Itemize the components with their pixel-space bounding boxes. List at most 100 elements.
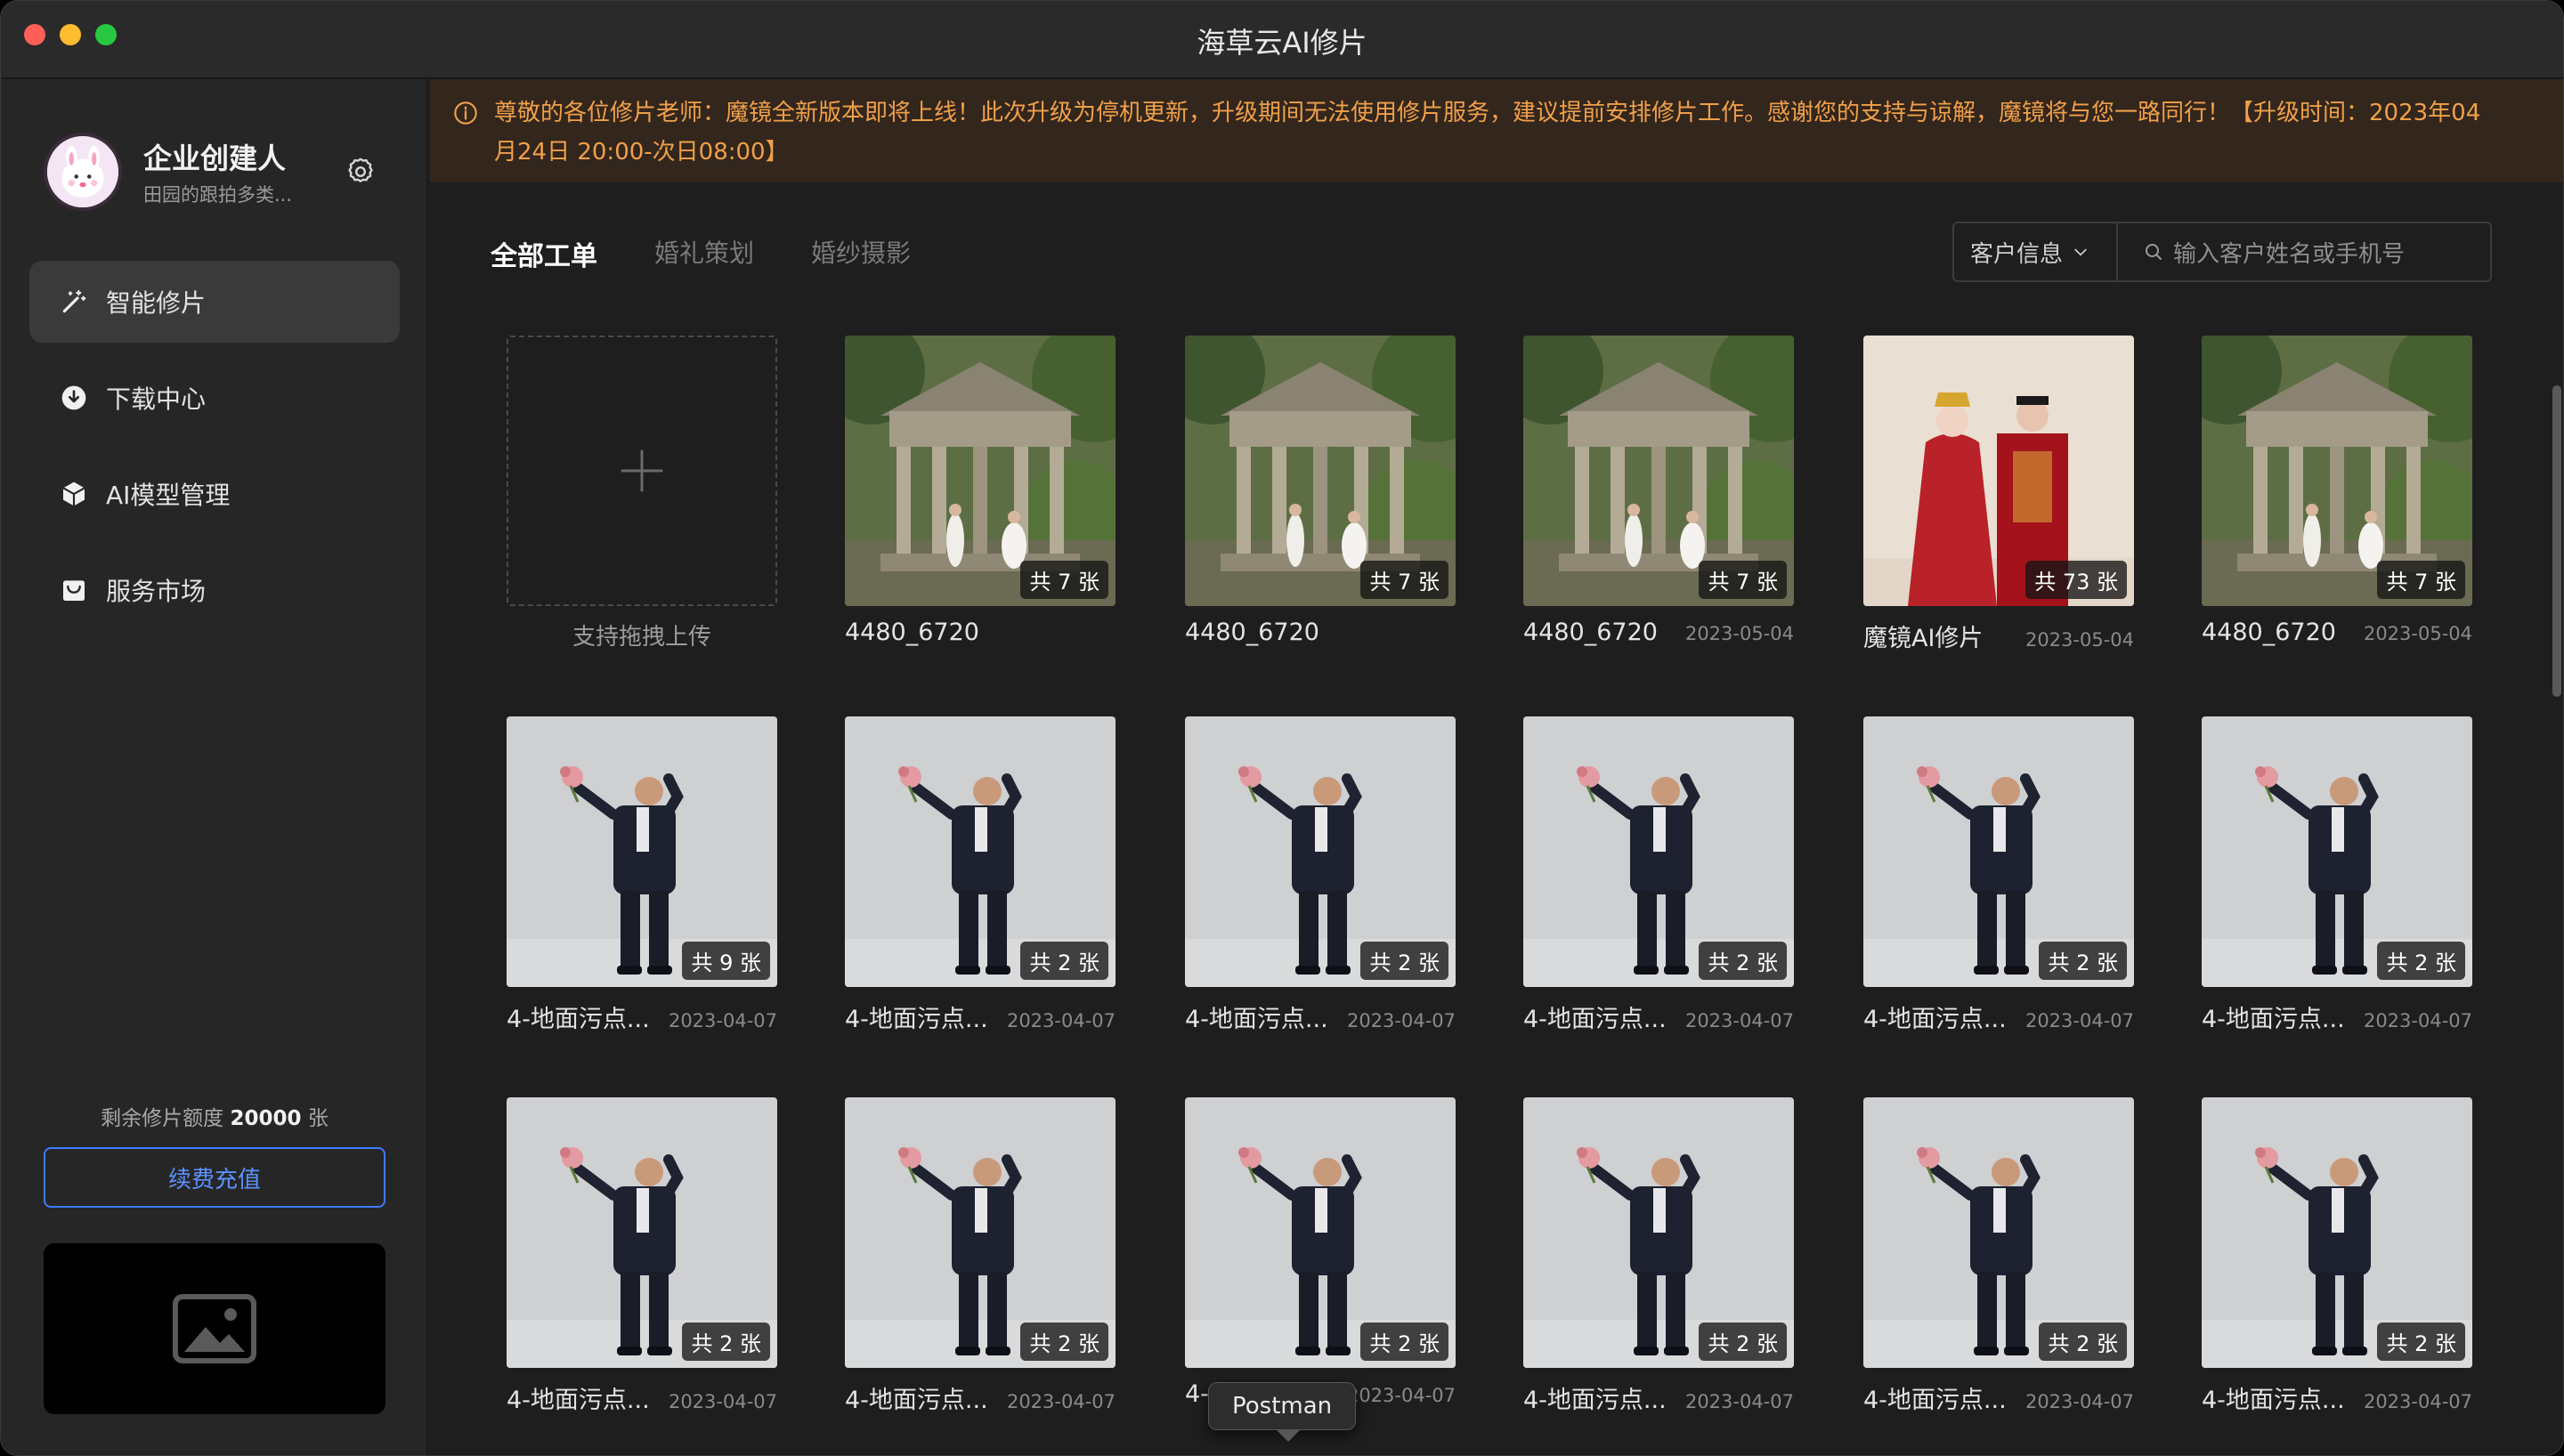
order-date: 2023-04-07 (668, 1010, 777, 1031)
tooltip-text: Postman (1232, 1393, 1333, 1420)
order-name: 4480_6720 (1185, 619, 1319, 646)
order-name: 魔镜AI修片 (1863, 625, 1984, 652)
order-thumbnail[interactable]: 共 9 张 (507, 716, 777, 987)
order-date: 2023-05-04 (1684, 623, 1794, 644)
order-name: 4-地面污点... (1863, 1006, 2007, 1033)
sidebar-item-ai-model-management[interactable]: AI模型管理 (29, 453, 400, 535)
quota-label: 剩余修片额度 (101, 1107, 224, 1130)
title-bar: 海草云AI修片 (1, 1, 2563, 79)
order-date: 2023-05-04 (2363, 623, 2472, 644)
sidebar: 企业创建人 田园的跟拍多类... 智能修片 下载中心 AI模型管理 服务市场 剩… (1, 79, 428, 1455)
order-name: 4-地面污点... (2202, 1387, 2345, 1414)
order-name: 4-地面污点... (1523, 1387, 1667, 1414)
customer-search-input[interactable]: 输入客户姓名或手机号 (2118, 223, 2490, 280)
sidebar-item-service-market[interactable]: 服务市场 (29, 549, 400, 631)
photo-count-badge: 共 9 张 (682, 942, 770, 980)
order-caption: 4-地面污点... 2023-04-07 (1523, 1380, 1794, 1415)
photo-count-badge: 共 7 张 (2377, 561, 2465, 599)
order-thumbnail[interactable]: 共 2 张 (2202, 716, 2472, 987)
tab-all-orders[interactable]: 全部工单 (491, 234, 597, 273)
order-date: 2023-04-07 (2024, 1010, 2134, 1031)
order-date: 2023-04-07 (1346, 1010, 1456, 1031)
order-tabs: 全部工单 婚礼策划 婚纱摄影 (491, 234, 968, 273)
order-thumbnail[interactable]: 共 2 张 (507, 1097, 777, 1368)
sidebar-item-download-center[interactable]: 下载中心 (29, 357, 400, 439)
order-date: 2023-05-04 (2024, 629, 2134, 651)
order-caption: 4-地面污点... 2023-04-07 (1863, 1380, 2134, 1415)
order-caption: 4480_6720 (845, 619, 1116, 646)
order-name: 4-地面污点... (507, 1387, 650, 1414)
info-icon (454, 101, 477, 125)
scrollbar-thumb[interactable] (2552, 385, 2561, 697)
order-caption: 4-地面污点... 2023-04-07 (1523, 999, 1794, 1034)
order-thumbnail[interactable]: 共 2 张 (1863, 1097, 2134, 1368)
grid-scrollbar[interactable] (2551, 302, 2563, 1455)
order-date: 2023-04-07 (2363, 1010, 2472, 1031)
order-caption: 4-地面污点... 2023-04-07 (507, 999, 777, 1034)
main-content: 尊敬的各位修片老师：魔镜全新版本即将上线！此次升级为停机更新，升级期间无法使用修… (430, 79, 2563, 1455)
order-thumbnail[interactable]: 共 7 张 (845, 336, 1116, 606)
tab-wedding-planning[interactable]: 婚礼策划 (654, 234, 754, 273)
order-name: 4- (1185, 1380, 1209, 1408)
photo-count-badge: 共 2 张 (1020, 1323, 1108, 1361)
order-caption: 4480_6720 (1185, 619, 1456, 646)
order-caption: 4480_6720 2023-05-04 (1523, 619, 1794, 646)
order-thumbnail[interactable]: 共 7 张 (2202, 336, 2472, 606)
order-thumbnail[interactable]: 共 2 张 (845, 1097, 1116, 1368)
upload-label: 支持拖拽上传 (572, 624, 711, 651)
sidebar-item-smart-retouch[interactable]: 智能修片 (29, 261, 400, 343)
sidebar-nav: 智能修片 下载中心 AI模型管理 服务市场 (29, 261, 400, 645)
photo-count-badge: 共 2 张 (2377, 942, 2465, 980)
order-caption: 4-地面污点... 2023-04-07 (1863, 999, 2134, 1034)
tab-wedding-photography[interactable]: 婚纱摄影 (811, 234, 911, 273)
quota-unit: 张 (307, 1107, 329, 1130)
order-date: 2023-04-07 (1346, 1385, 1456, 1406)
order-name: 4-地面污点... (2202, 1006, 2345, 1033)
order-name: 4-地面污点... (1523, 1006, 1667, 1033)
user-name: 企业创建人 (143, 142, 287, 175)
order-date: 2023-04-07 (668, 1391, 777, 1412)
chevron-down-icon (2074, 248, 2087, 256)
avatar[interactable] (44, 133, 122, 211)
settings-button[interactable] (341, 152, 380, 191)
sidebar-item-label: 服务市场 (106, 577, 207, 606)
app-window: 海草云AI修片 企业创建人 田园的跟拍多类... 智能修片 下载中心 AI模型管… (0, 0, 2564, 1456)
search-placeholder: 输入客户姓名或手机号 (2173, 240, 2406, 268)
order-name: 4-地面污点... (845, 1387, 988, 1414)
order-thumbnail[interactable]: 共 2 张 (1523, 716, 1794, 987)
photo-count-badge: 共 2 张 (1699, 942, 1787, 980)
magic-wand-icon (60, 287, 88, 316)
select-value: 客户信息 (1970, 240, 2064, 268)
order-caption: 4-地面污点... 2023-04-07 (507, 1380, 777, 1415)
order-thumbnail[interactable]: 共 2 张 (1185, 1097, 1456, 1368)
image-placeholder-icon (173, 1294, 256, 1363)
cube-icon (60, 480, 88, 508)
order-thumbnail[interactable]: 共 7 张 (1523, 336, 1794, 606)
order-date: 2023-04-07 (1684, 1010, 1794, 1031)
photo-count-badge: 共 2 张 (2377, 1323, 2465, 1361)
gear-icon (348, 158, 373, 182)
order-thumbnail[interactable]: 共 2 张 (1863, 716, 2134, 987)
customer-filter: 客户信息 输入客户姓名或手机号 (1952, 222, 2492, 282)
plus-icon (621, 449, 663, 492)
upload-dropzone[interactable] (507, 336, 777, 606)
order-thumbnail[interactable]: 共 2 张 (1523, 1097, 1794, 1368)
order-thumbnail[interactable]: 共 2 张 (2202, 1097, 2472, 1368)
photo-count-badge: 共 2 张 (2039, 1323, 2127, 1361)
order-date: 2023-04-07 (1006, 1010, 1116, 1031)
promo-banner[interactable] (44, 1243, 385, 1414)
photo-count-badge: 共 2 张 (1360, 942, 1448, 980)
order-thumbnail[interactable]: 共 2 张 (845, 716, 1116, 987)
tooltip-arrow (1276, 1429, 1301, 1442)
order-thumbnail[interactable]: 共 73 张 (1863, 336, 2134, 606)
photo-count-badge: 共 7 张 (1699, 561, 1787, 599)
avatar-illustration-icon (47, 136, 118, 207)
photo-count-badge: 共 7 张 (1360, 561, 1448, 599)
order-caption: 4-地面污点... 2023-04-07 (2202, 1380, 2472, 1415)
order-name: 4480_6720 (1523, 619, 1658, 646)
recharge-button[interactable]: 续费充值 (44, 1147, 385, 1208)
order-thumbnail[interactable]: 共 2 张 (1185, 716, 1456, 987)
order-thumbnail[interactable]: 共 7 张 (1185, 336, 1456, 606)
user-subtitle: 田园的跟拍多类... (143, 184, 293, 206)
customer-info-select[interactable]: 客户信息 (1954, 223, 2118, 280)
